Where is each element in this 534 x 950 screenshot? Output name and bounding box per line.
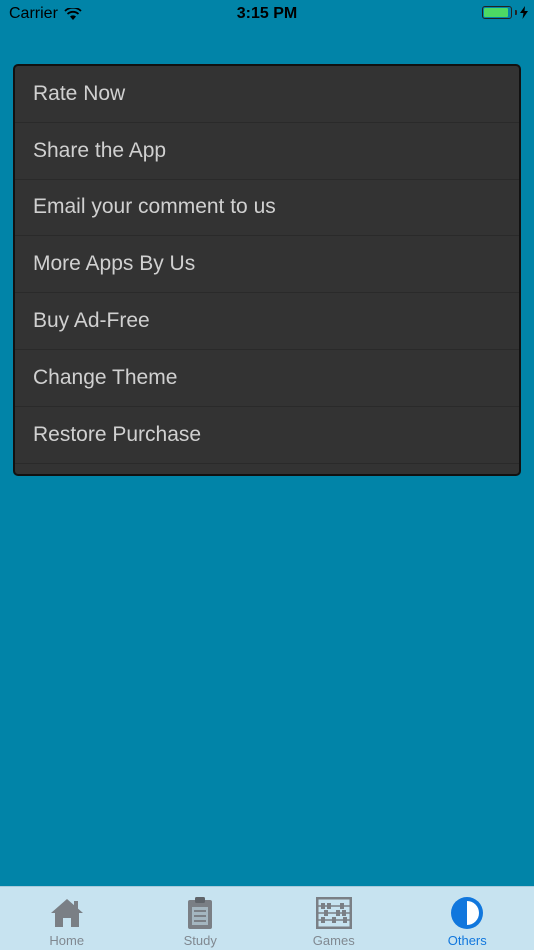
status-bar: Carrier 3:15 PM (0, 0, 534, 28)
menu-item-label: Email your comment to us (33, 195, 276, 219)
menu-item-rate-now[interactable]: Rate Now (15, 66, 519, 123)
pie-icon (449, 895, 485, 931)
menu-item-label: Change Theme (33, 365, 178, 389)
others-menu: Rate Now Share the App Email your commen… (13, 64, 521, 476)
tab-label: Others (447, 933, 487, 948)
menu-item-label: Restore Purchase (33, 422, 202, 446)
menu-item-restore-purchase[interactable]: Restore Purchase (15, 407, 519, 464)
battery-level (484, 8, 508, 17)
menu-item-label: More Apps By Us (33, 252, 196, 276)
tab-games[interactable]: Games (267, 887, 401, 950)
battery-cap (515, 10, 517, 15)
menu-item-change-theme[interactable]: Change Theme (15, 350, 519, 407)
tab-label: Study (183, 933, 217, 948)
menu-item-buy-ad-free[interactable]: Buy Ad-Free (15, 293, 519, 350)
clipboard-icon (182, 895, 218, 931)
menu-item-label: Buy Ad-Free (33, 309, 150, 333)
tab-label: Games (312, 933, 355, 948)
tab-home[interactable]: Home (0, 887, 134, 950)
menu-item-share-app[interactable]: Share the App (15, 123, 519, 180)
status-time: 3:15 PM (236, 5, 298, 22)
menu-item-label: Share the App (33, 138, 167, 162)
tab-study[interactable]: Study (134, 887, 268, 950)
tab-others[interactable]: Others (401, 887, 534, 950)
battery-icon (482, 6, 512, 19)
menu-item-email-comment[interactable]: Email your comment to us (15, 180, 519, 237)
menu-item-label: Rate Now (33, 81, 126, 105)
menu-item-more-apps[interactable]: More Apps By Us (15, 236, 519, 294)
tab-bar: Home Study Games Others (0, 886, 534, 950)
charging-bolt-icon (520, 6, 528, 19)
home-icon (49, 895, 85, 931)
battery-indicator (482, 6, 528, 19)
abacus-icon (315, 895, 352, 931)
tab-label: Home (49, 933, 85, 948)
